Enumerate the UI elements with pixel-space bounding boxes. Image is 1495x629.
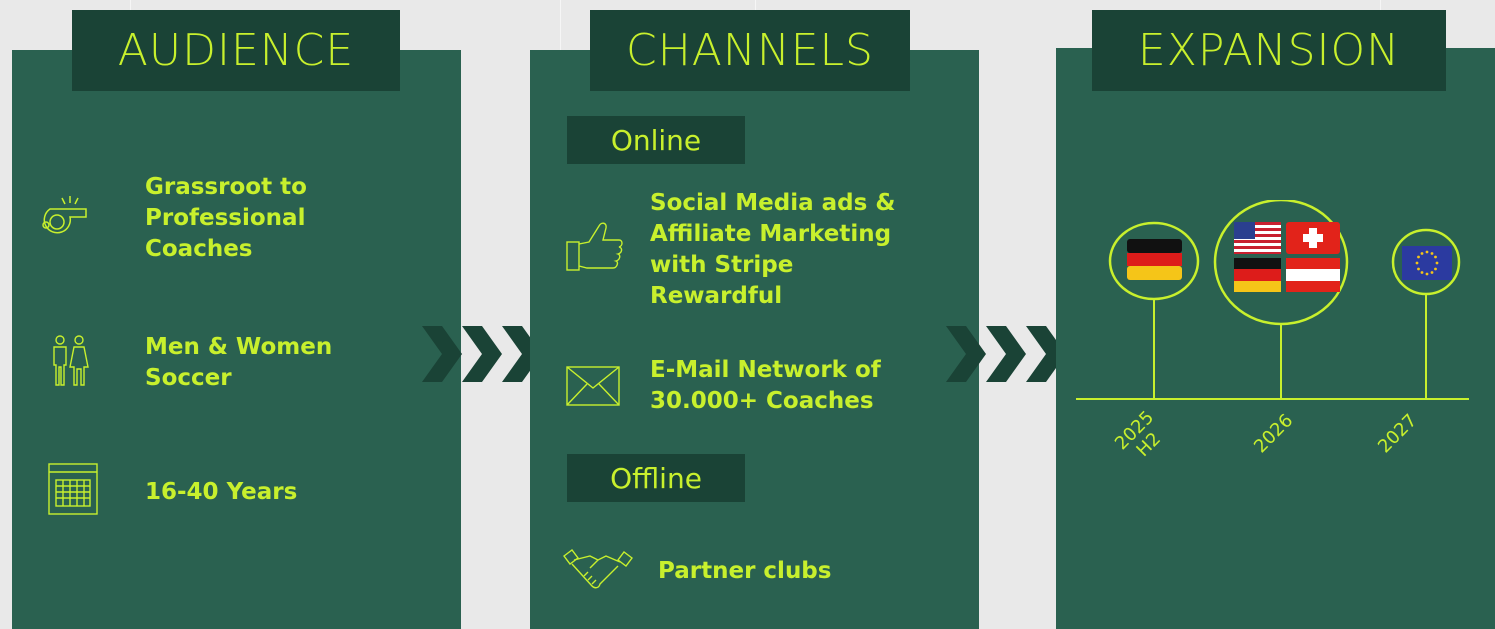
channels-item-partner: Partner clubs [658, 558, 832, 584]
man-woman-icon [50, 335, 90, 387]
channels-title: CHANNELS [590, 10, 910, 91]
switzerland-flag-icon [1286, 222, 1340, 254]
chevron-arrows-icon [944, 326, 1066, 382]
expansion-timeline [1076, 200, 1469, 400]
germany-flag-icon [1234, 258, 1281, 292]
thumbs-up-icon [565, 220, 623, 272]
usa-flag-icon [1234, 222, 1281, 254]
chevron-arrows-icon [420, 326, 542, 382]
audience-item-soccer: Men & Women Soccer [145, 334, 333, 391]
handshake-icon [562, 548, 634, 592]
audience-item-age: 16-40 Years [145, 479, 298, 505]
germany-flag-icon [1127, 239, 1182, 280]
whistle-icon [40, 195, 88, 237]
channels-item-social: Social Media ads & Affiliate Marketing w… [650, 190, 896, 309]
online-label: Online [567, 116, 745, 164]
offline-label: Offline [567, 454, 745, 502]
audience-title: AUDIENCE [72, 10, 400, 91]
audience-item-coaches: Grassroot to Professional Coaches [145, 174, 307, 262]
austria-flag-icon [1286, 258, 1340, 292]
calendar-icon [47, 462, 99, 516]
channels-item-email: E-Mail Network of 30.000+ Coaches [650, 357, 881, 414]
expansion-title: EXPANSION [1092, 10, 1446, 91]
eu-flag-icon [1402, 246, 1452, 280]
envelope-icon [566, 366, 620, 406]
